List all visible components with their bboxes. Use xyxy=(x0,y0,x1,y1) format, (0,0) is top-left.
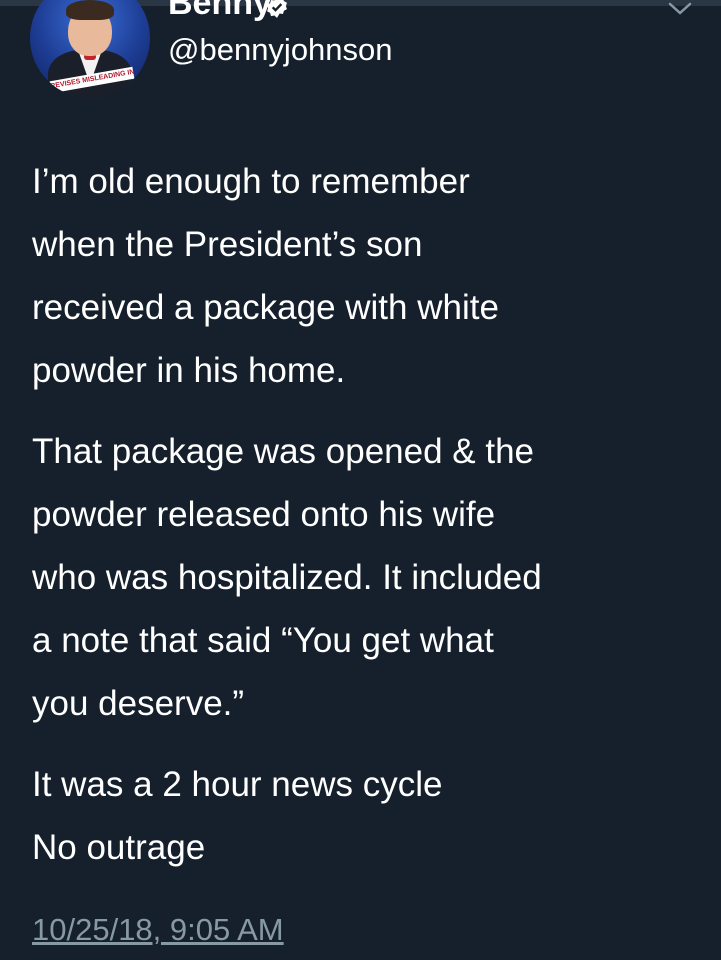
tweet-line: you deserve.” xyxy=(32,684,245,723)
tweet-header: REVISES MISLEADING INFORMATION Benny @be… xyxy=(0,0,721,120)
user-handle[interactable]: @bennyjohnson xyxy=(168,32,393,68)
tweet-line: who was hospitalized. It included xyxy=(32,558,542,597)
tweet-line: a note that said “You get what xyxy=(32,621,494,660)
tweet-timestamp[interactable]: 10/25/18, 9:05 AM xyxy=(32,912,284,948)
tweet-line: I’m old enough to remember xyxy=(32,162,470,201)
display-name[interactable]: Benny xyxy=(168,0,272,23)
chevron-down-icon[interactable] xyxy=(665,0,695,20)
tweet-line: powder in his home. xyxy=(32,351,346,390)
tweet-paragraph: I’m old enough to remember when the Pres… xyxy=(32,150,702,402)
tweet-line: That package was opened & the xyxy=(32,432,535,471)
tweet-line: received a package with white xyxy=(32,288,499,327)
tweet-text: I’m old enough to remember when the Pres… xyxy=(32,150,702,879)
verified-badge-icon xyxy=(267,0,287,18)
avatar[interactable]: REVISES MISLEADING INFORMATION xyxy=(30,0,150,98)
avatar-hair xyxy=(66,0,114,20)
tweet-paragraph: It was a 2 hour news cycle No outrage xyxy=(32,753,702,879)
tweet-line: powder released onto his wife xyxy=(32,495,496,534)
tweet-line: when the President’s son xyxy=(32,225,423,264)
tweet-line: It was a 2 hour news cycle xyxy=(32,765,443,804)
tweet-paragraph: That package was opened & the powder rel… xyxy=(32,420,702,735)
tweet-line: No outrage xyxy=(32,828,206,867)
